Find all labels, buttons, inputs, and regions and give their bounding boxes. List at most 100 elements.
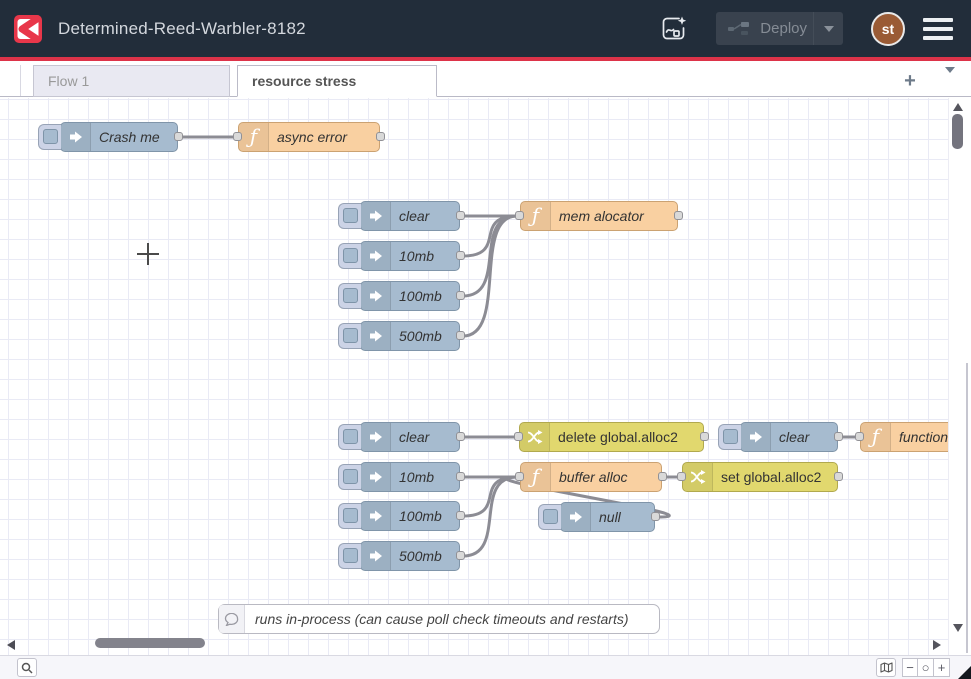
output-port[interactable] — [674, 211, 683, 220]
v-scroll-down-button[interactable] — [953, 624, 963, 632]
zoom-reset-button[interactable]: ○ — [918, 658, 934, 677]
main-menu-icon[interactable] — [923, 18, 953, 40]
inject-arrow-icon — [361, 202, 391, 230]
header-actions: Deploy st — [656, 11, 971, 47]
inject-trigger-button[interactable] — [338, 283, 361, 309]
inject-trigger-button[interactable] — [338, 464, 361, 490]
input-port[interactable] — [855, 432, 864, 441]
node-set-global-alloc2[interactable]: set global.alloc2 — [682, 462, 838, 492]
node-async-error[interactable]: ƒasync error — [238, 122, 380, 152]
node-500mb-1[interactable]: 500mb — [360, 321, 460, 351]
function-f-icon: ƒ — [521, 202, 551, 230]
zoom-out-button[interactable]: − — [902, 658, 918, 677]
output-port[interactable] — [700, 432, 709, 441]
inject-arrow-icon — [361, 502, 391, 530]
node-label: 100mb — [399, 282, 442, 311]
flow-tabbar: Flow 1resource stress + — [0, 61, 971, 97]
flow-list-button[interactable] — [945, 73, 955, 88]
vertical-scrollbar[interactable] — [948, 98, 966, 655]
h-scroll-thumb[interactable] — [95, 638, 205, 648]
output-port[interactable] — [834, 432, 843, 441]
node-clear-1[interactable]: clear — [360, 201, 460, 231]
tab-flow-1[interactable]: Flow 1 — [33, 65, 230, 97]
output-port[interactable] — [834, 472, 843, 481]
output-port[interactable] — [456, 551, 465, 560]
node-delete-global-alloc2[interactable]: delete global.alloc2 — [519, 422, 704, 452]
inject-arrow-icon — [741, 423, 771, 451]
node-clear-2[interactable]: clear — [360, 422, 460, 452]
change-shuffle-icon — [520, 423, 550, 451]
output-port[interactable] — [456, 511, 465, 520]
v-scroll-thumb[interactable] — [952, 114, 963, 149]
node-clear-3[interactable]: clear — [740, 422, 838, 452]
node-crash-me[interactable]: Crash me — [60, 122, 178, 152]
footer-toolbar: − ○ + — [0, 655, 971, 679]
output-port[interactable] — [651, 512, 660, 521]
node-buffer-alloc[interactable]: ƒbuffer alloc — [520, 462, 662, 492]
deploy-button[interactable]: Deploy — [716, 12, 843, 45]
node-null-inject[interactable]: null — [560, 502, 655, 532]
output-port[interactable] — [174, 132, 183, 141]
inject-trigger-button[interactable] — [338, 203, 361, 229]
navigator-button[interactable] — [876, 658, 896, 677]
node-10mb-1[interactable]: 10mb — [360, 241, 460, 271]
node-label: function — [899, 423, 948, 452]
v-scroll-up-button[interactable] — [953, 103, 963, 111]
node-label: mem alocator — [559, 202, 644, 231]
node-label: null — [599, 503, 621, 532]
inject-trigger-button[interactable] — [338, 424, 361, 450]
node-comment[interactable]: runs in-process (can cause poll check ti… — [218, 604, 660, 634]
input-port[interactable] — [515, 211, 524, 220]
deploy-options-button[interactable] — [813, 12, 843, 45]
output-port[interactable] — [456, 472, 465, 481]
chevron-down-icon — [945, 67, 955, 88]
page-title: Determined-Reed-Warbler-8182 — [58, 19, 306, 39]
node-100mb-1[interactable]: 100mb — [360, 281, 460, 311]
input-port[interactable] — [233, 132, 242, 141]
output-port[interactable] — [456, 211, 465, 220]
inject-trigger-button[interactable] — [338, 243, 361, 269]
comment-bubble-icon — [219, 605, 245, 633]
output-port[interactable] — [456, 432, 465, 441]
node-label: Crash me — [99, 123, 160, 152]
output-port[interactable] — [456, 331, 465, 340]
node-label: set global.alloc2 — [721, 463, 821, 492]
output-port[interactable] — [456, 251, 465, 260]
node-label: 10mb — [399, 463, 434, 492]
function-f-icon: ƒ — [521, 463, 551, 491]
inject-trigger-button[interactable] — [338, 503, 361, 529]
header: Determined-Reed-Warbler-8182 — [0, 0, 971, 57]
user-avatar[interactable]: st — [871, 12, 905, 46]
search-button[interactable] — [17, 658, 37, 677]
inject-trigger-button[interactable] — [718, 424, 741, 450]
node-label: clear — [779, 423, 809, 452]
output-port[interactable] — [456, 291, 465, 300]
node-function[interactable]: ƒfunction — [860, 422, 948, 452]
node-mem-alocator[interactable]: ƒ mem alocator — [520, 201, 678, 231]
output-port[interactable] — [376, 132, 385, 141]
h-scroll-left-button[interactable] — [7, 640, 15, 650]
output-port[interactable] — [658, 472, 667, 481]
inject-trigger-button[interactable] — [338, 543, 361, 569]
deploy-node-icon — [728, 21, 750, 36]
inject-trigger-button[interactable] — [338, 323, 361, 349]
input-port[interactable] — [514, 432, 523, 441]
sidebar-splitter[interactable] — [966, 98, 971, 655]
node-label: clear — [399, 423, 429, 452]
add-flow-button[interactable]: + — [897, 69, 923, 93]
h-scroll-right-button[interactable] — [933, 640, 941, 650]
app-logo-icon[interactable] — [14, 15, 42, 43]
inject-trigger-button[interactable] — [538, 504, 561, 530]
flow-canvas[interactable]: Crash meƒasync errorclear10mb100mb500mbƒ… — [0, 98, 948, 655]
zoom-in-button[interactable]: + — [934, 658, 950, 677]
node-label: async error — [277, 123, 347, 152]
tab-resource-stress[interactable]: resource stress — [237, 65, 437, 97]
flow-assistant-icon[interactable] — [656, 11, 692, 47]
node-10mb-2[interactable]: 10mb — [360, 462, 460, 492]
input-port[interactable] — [515, 472, 524, 481]
node-500mb-2[interactable]: 500mb — [360, 541, 460, 571]
input-port[interactable] — [677, 472, 686, 481]
node-100mb-2[interactable]: 100mb — [360, 501, 460, 531]
node-label: 500mb — [399, 322, 442, 351]
inject-trigger-button[interactable] — [38, 124, 61, 150]
